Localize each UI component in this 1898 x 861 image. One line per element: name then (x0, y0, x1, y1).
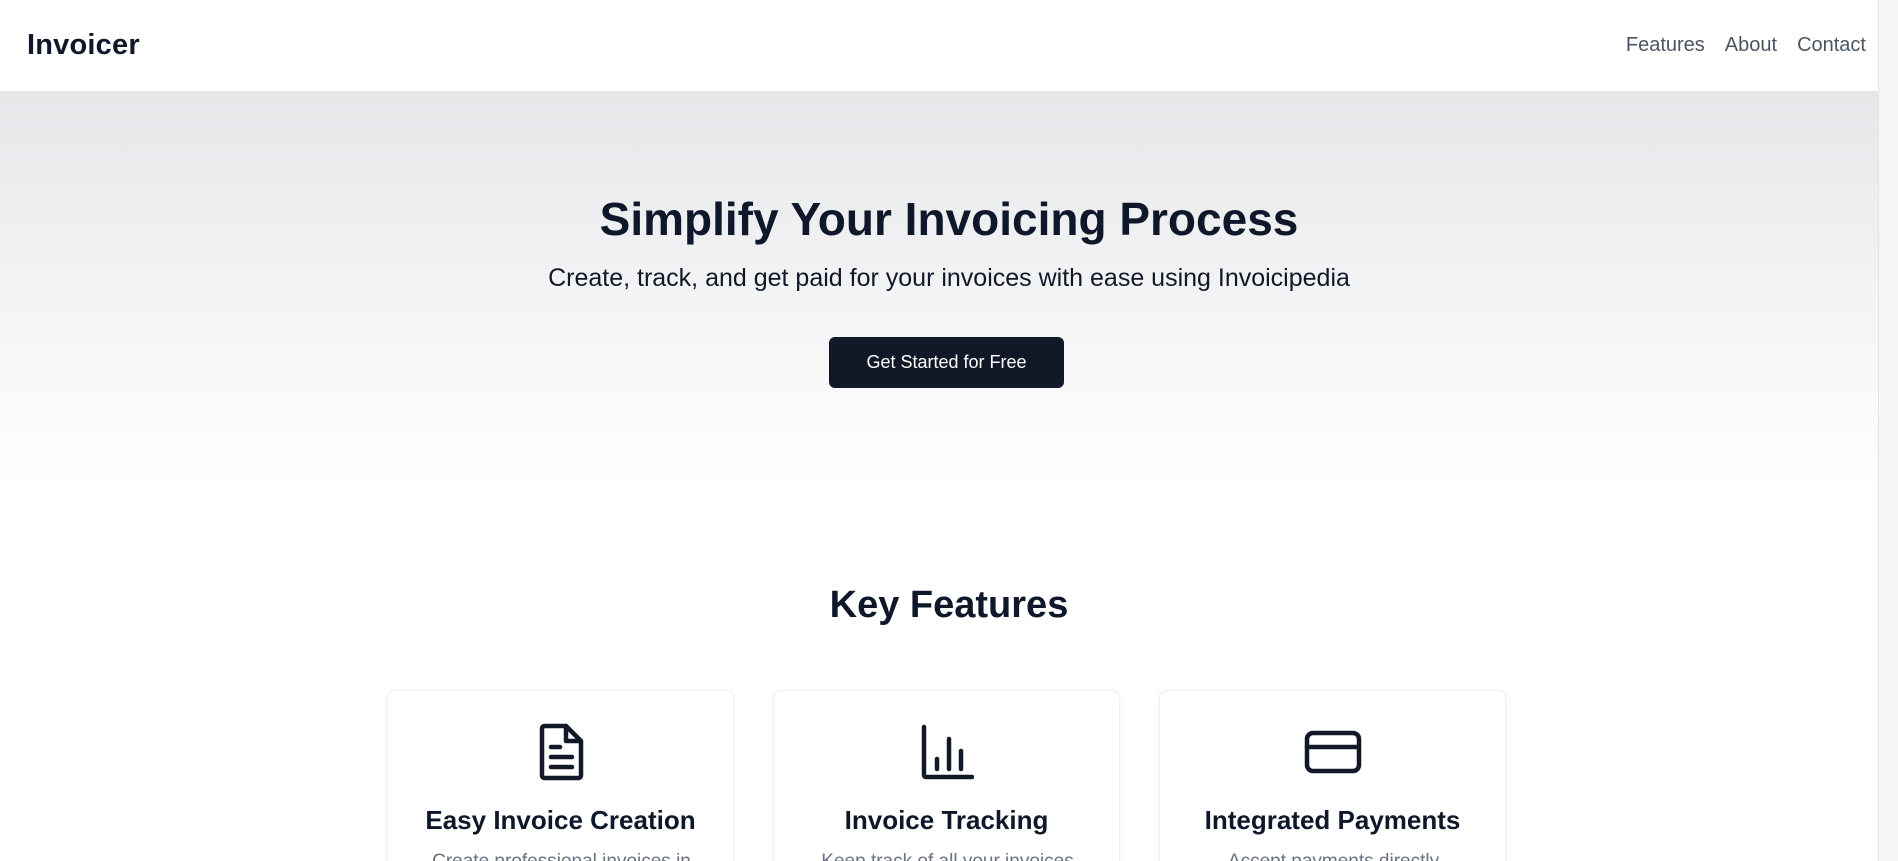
nav-link-about[interactable]: About (1725, 34, 1777, 57)
main-nav: Features About Contact (1626, 34, 1866, 57)
feature-description: Keep track of all your invoices (794, 851, 1101, 861)
hero-section: Simplify Your Invoicing Process Create, … (0, 92, 1898, 490)
feature-description: Accept payments directly (1180, 851, 1487, 861)
page-content: Invoicer Features About Contact Simplify… (0, 0, 1898, 861)
document-icon (388, 723, 733, 781)
credit-card-icon (1160, 723, 1505, 781)
hero-subtitle: Create, track, and get paid for your inv… (548, 264, 1350, 292)
brand-logo[interactable]: Invoicer (27, 29, 140, 62)
nav-link-features[interactable]: Features (1626, 34, 1705, 57)
feature-title: Integrated Payments (1204, 805, 1461, 835)
page: Invoicer Features About Contact Simplify… (0, 0, 1898, 861)
feature-title: Invoice Tracking (844, 805, 1049, 835)
hero-title: Simplify Your Invoicing Process (599, 193, 1299, 245)
feature-card-invoice-creation: Easy Invoice Creation Create professiona… (387, 690, 734, 861)
nav-link-contact[interactable]: Contact (1797, 34, 1866, 57)
features-title: Key Features (829, 584, 1069, 626)
feature-description: Create professional invoices in (408, 851, 715, 861)
vertical-scrollbar[interactable] (1878, 0, 1898, 861)
feature-card-integrated-payments: Integrated Payments Accept payments dire… (1159, 690, 1506, 861)
feature-title: Easy Invoice Creation (425, 805, 696, 835)
feature-card-invoice-tracking: Invoice Tracking Keep track of all your … (773, 690, 1120, 861)
bar-chart-icon (774, 723, 1119, 781)
top-navbar: Invoicer Features About Contact (0, 0, 1898, 92)
get-started-button[interactable]: Get Started for Free (829, 337, 1064, 388)
